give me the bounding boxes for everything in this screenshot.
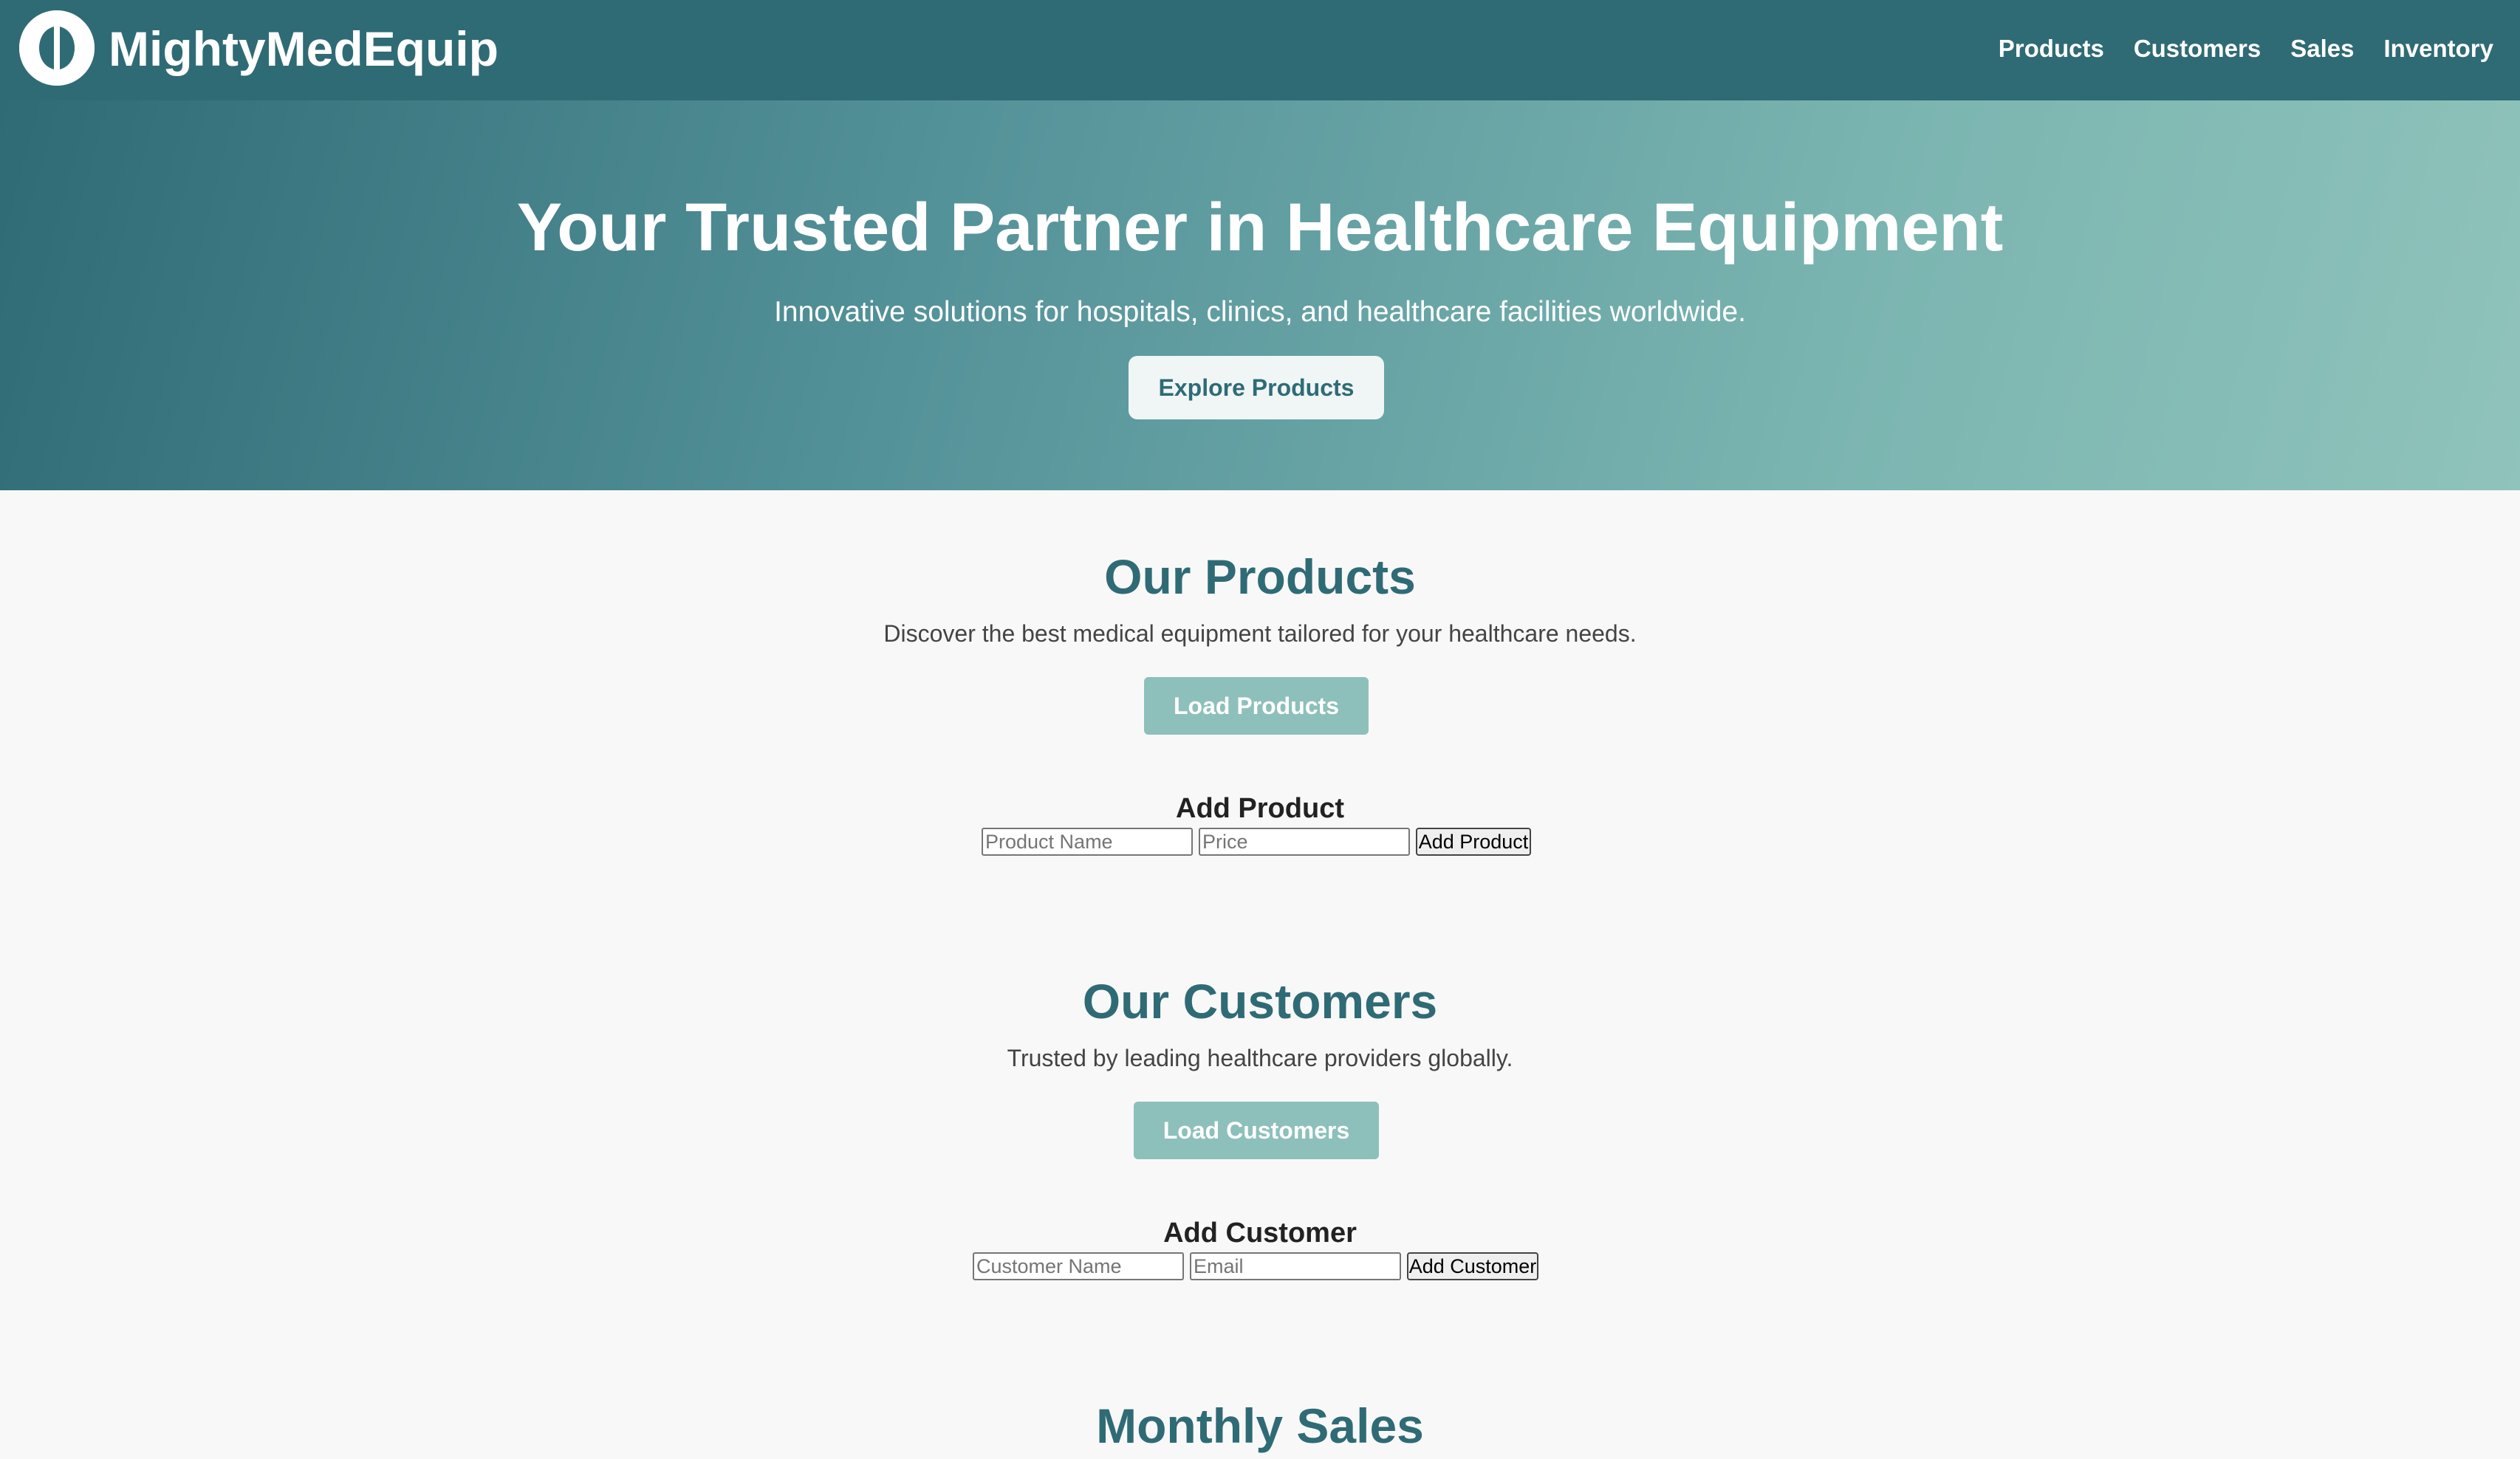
nav-link-customers[interactable]: Customers	[2134, 32, 2261, 65]
customer-name-field[interactable]	[973, 1252, 1184, 1280]
brand-name[interactable]: MightyMedEquip	[109, 21, 499, 77]
products-section: Our Products Discover the best medical e…	[0, 490, 2520, 904]
add-customer-title: Add Customer	[1163, 1218, 1357, 1249]
products-title: Our Products	[1104, 549, 1416, 604]
load-customers-button[interactable]: Load Customers	[1134, 1102, 1379, 1159]
price-field[interactable]	[1199, 828, 1410, 856]
add-customer-button[interactable]: Add Customer	[1407, 1252, 1538, 1280]
nav-link-products[interactable]: Products	[1999, 32, 2104, 65]
customers-title: Our Customers	[1082, 974, 1438, 1029]
hero-title: Your Trusted Partner in Healthcare Equip…	[516, 190, 2004, 265]
nav-link-inventory[interactable]: Inventory	[2383, 32, 2493, 65]
site-header: MightyMedEquip Products Customers Sales …	[0, 0, 2520, 100]
explore-products-button[interactable]: Explore Products	[1129, 356, 1384, 419]
customers-section: Our Customers Trusted by leading healthc…	[0, 915, 2520, 1328]
add-product-button[interactable]: Add Product	[1416, 828, 1531, 856]
split-circle-logo-icon[interactable]	[19, 10, 95, 86]
hero-banner: Your Trusted Partner in Healthcare Equip…	[0, 100, 2520, 490]
load-products-button[interactable]: Load Products	[1144, 677, 1369, 735]
sales-title: Monthly Sales	[1096, 1398, 1424, 1453]
product-name-field[interactable]	[982, 828, 1193, 856]
customers-description: Trusted by leading healthcare providers …	[1007, 1045, 1513, 1071]
sales-section: Monthly Sales	[0, 1339, 2520, 1459]
add-product-title: Add Product	[1176, 793, 1344, 824]
email-field[interactable]	[1190, 1252, 1401, 1280]
hero-subtitle: Innovative solutions for hospitals, clin…	[774, 296, 1746, 328]
main-nav: Products Customers Sales Inventory	[1999, 32, 2493, 65]
nav-link-sales[interactable]: Sales	[2290, 32, 2354, 65]
products-description: Discover the best medical equipment tail…	[883, 620, 1637, 647]
